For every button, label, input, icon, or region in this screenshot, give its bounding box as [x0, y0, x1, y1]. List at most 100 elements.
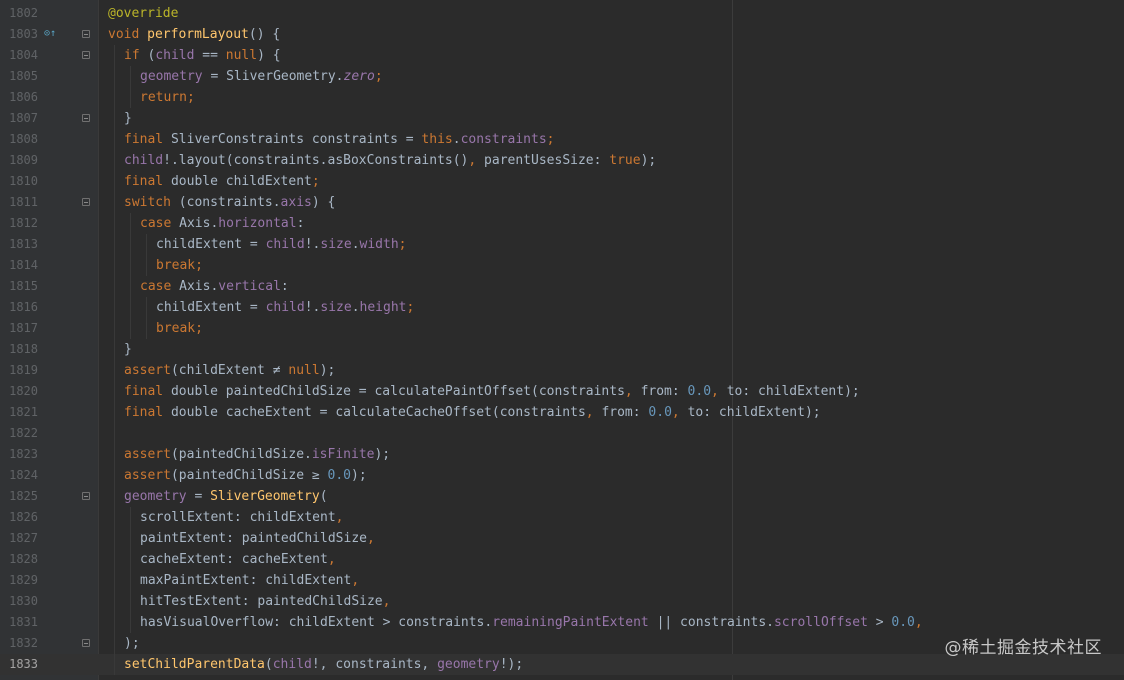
code-line[interactable]: 1806 return; — [0, 87, 1124, 108]
code-token: ; — [398, 237, 407, 252]
code-token: vertical — [218, 279, 281, 294]
code-line[interactable]: 1811 switch (constraints.axis) { — [0, 192, 1124, 213]
code-token: assert — [124, 447, 171, 462]
code-line[interactable]: 1814 break; — [0, 255, 1124, 276]
code-token: ); — [351, 468, 367, 483]
code-line[interactable]: 1809 child!.layout(constraints.asBoxConst… — [0, 150, 1124, 171]
code-line[interactable]: 1808 final SliverConstraints constraints … — [0, 129, 1124, 150]
code-line[interactable]: 1831 hasVisualOverflow: childExtent > con… — [0, 612, 1124, 633]
code-token: SliverGeometry — [210, 489, 320, 504]
code-token: == — [194, 48, 226, 63]
code-text: setChildParentData(child!, constraints, … — [124, 654, 523, 675]
code-token: geometry — [437, 657, 500, 672]
line-number: 1819 — [9, 363, 38, 377]
fold-marker-icon[interactable] — [82, 639, 90, 647]
code-token: () { — [248, 27, 281, 42]
fold-marker-icon[interactable] — [82, 30, 90, 38]
override-gutter-icon[interactable]: ⊙↑ — [44, 29, 56, 39]
code-token: ; — [546, 132, 555, 147]
code-token: from: — [640, 384, 688, 399]
code-text: case Axis.horizontal: — [140, 213, 304, 234]
code-text: cacheExtent: cacheExtent, — [140, 549, 336, 570]
code-token: geometry — [124, 489, 187, 504]
code-line[interactable]: 1804 if (child == null) { — [0, 45, 1124, 66]
code-token: geometry — [140, 69, 203, 84]
code-token: isFinite — [311, 447, 375, 462]
code-editor[interactable]: 1802 @override 1803 ⊙↑ void performLayout() … — [0, 0, 1124, 680]
line-number: 1806 — [9, 90, 38, 104]
fold-marker-icon[interactable] — [82, 198, 90, 206]
line-number: 1804 — [9, 48, 38, 62]
code-token: size — [320, 300, 352, 315]
line-number: 1805 — [9, 69, 38, 83]
code-line[interactable]: 1818} — [0, 339, 1124, 360]
fold-marker-icon[interactable] — [82, 114, 90, 122]
code-token: double paintedChildSize = calculatePaint… — [170, 384, 625, 399]
code-text: paintExtent: paintedChildSize, — [140, 528, 375, 549]
code-line[interactable]: 1825 geometry = SliverGeometry( — [0, 486, 1124, 507]
line-number: 1813 — [9, 237, 38, 251]
code-text: assert(paintedChildSize ≥ 0.0); — [124, 465, 367, 486]
line-number: 1811 — [9, 195, 38, 209]
line-number: 1821 — [9, 405, 38, 419]
fold-marker-icon[interactable] — [82, 51, 90, 59]
code-token: paintExtent: paintedChildSize — [140, 531, 367, 546]
code-line[interactable]: 1803 ⊙↑ void performLayout() { — [0, 24, 1124, 45]
code-line[interactable]: 1812 case Axis.horizontal: — [0, 213, 1124, 234]
code-token: hitTestExtent: paintedChildSize — [140, 594, 383, 609]
code-token: || constraints. — [648, 615, 774, 630]
code-text: ); — [124, 633, 140, 654]
code-token: from: — [601, 405, 649, 420]
code-text: @override — [108, 3, 178, 24]
code-token: ); — [374, 447, 391, 462]
code-token: size — [320, 237, 352, 252]
code-line[interactable]: 1826 scrollExtent: childExtent, — [0, 507, 1124, 528]
code-token: ; — [374, 69, 383, 84]
code-line[interactable]: 1824 assert(paintedChildSize ≥ 0.0); — [0, 465, 1124, 486]
code-text: } — [124, 339, 132, 360]
code-token: , — [585, 405, 602, 420]
code-text: break; — [156, 318, 203, 339]
code-line[interactable]: 1830 hitTestExtent: paintedChildSize, — [0, 591, 1124, 612]
code-token: null — [225, 48, 258, 63]
code-line[interactable]: 1820 final double paintedChildSize = calc… — [0, 381, 1124, 402]
code-token: this — [421, 132, 453, 147]
code-text: scrollExtent: childExtent, — [140, 507, 344, 528]
code-line[interactable]: 1817 break; — [0, 318, 1124, 339]
code-token: . — [452, 132, 461, 147]
code-token: ) { — [311, 195, 336, 210]
code-text: maxPaintExtent: childExtent, — [140, 570, 359, 591]
fold-marker-icon[interactable] — [82, 492, 90, 500]
code-line[interactable]: 1819 assert(childExtent ≠ null); — [0, 360, 1124, 381]
code-token: > — [867, 615, 892, 630]
code-line[interactable]: 1802 @override — [0, 3, 1124, 24]
code-line[interactable]: 1821 final double cacheExtent = calculate… — [0, 402, 1124, 423]
code-token: , — [382, 594, 391, 609]
code-line[interactable]: 1815 case Axis.vertical: — [0, 276, 1124, 297]
code-token: width — [359, 237, 399, 252]
code-line[interactable]: 1813 childExtent = child!.size.width; — [0, 234, 1124, 255]
code-line[interactable]: 1823 assert(paintedChildSize.isFinite); — [0, 444, 1124, 465]
code-line[interactable]: 1828 cacheExtent: cacheExtent, — [0, 549, 1124, 570]
code-token: null — [288, 363, 320, 378]
code-line[interactable]: 1805 geometry = SliverGeometry.zero; — [0, 66, 1124, 87]
code-line[interactable]: 1807} — [0, 108, 1124, 129]
line-number: 1825 — [9, 489, 38, 503]
code-token: !. — [304, 300, 321, 315]
code-token: cacheExtent: cacheExtent — [140, 552, 328, 567]
code-token: ( — [264, 657, 273, 672]
code-token: (childExtent ≠ — [170, 363, 289, 378]
code-line[interactable]: 1810 final double childExtent; — [0, 171, 1124, 192]
code-line[interactable]: 1827 paintExtent: paintedChildSize, — [0, 528, 1124, 549]
code-token: break; — [156, 258, 203, 273]
code-line[interactable]: 1829 maxPaintExtent: childExtent, — [0, 570, 1124, 591]
line-number: 1831 — [9, 615, 38, 629]
code-token: to: childExtent); — [687, 405, 821, 420]
indent-guide — [130, 507, 131, 633]
code-line[interactable]: 1822 — [0, 423, 1124, 444]
code-line[interactable]: 1816 childExtent = child!.size.height; — [0, 297, 1124, 318]
line-number: 1833 — [9, 657, 38, 671]
line-number: 1814 — [9, 258, 38, 272]
code-text: } — [124, 108, 132, 129]
code-token: } — [124, 111, 132, 126]
